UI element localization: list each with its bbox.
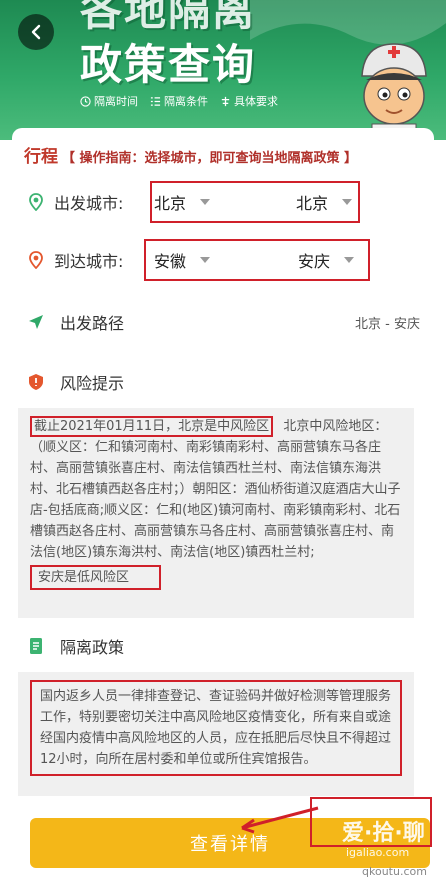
arrival-risk-highlight: 安庆是低风险区 bbox=[30, 565, 162, 590]
quarantine-policy-text: 国内返乡人员一律排查登记、查证验码并做好检测等管理服务工作，特别要密切关注中高风… bbox=[40, 689, 392, 767]
feature-quarantine-conditions: 隔离条件 bbox=[150, 93, 208, 109]
chevron-down-icon bbox=[200, 257, 211, 263]
banner-title-line2: 政策查询 bbox=[80, 40, 257, 89]
document-icon bbox=[26, 636, 46, 656]
watermark-brand: 爱·拾·聊 bbox=[342, 821, 425, 846]
risk-footer-wrap: 安庆是低风险区 bbox=[30, 565, 402, 590]
feature-label: 隔离条件 bbox=[164, 95, 208, 108]
chevron-left-icon bbox=[31, 24, 41, 40]
arrival-province-select[interactable]: 安徽 bbox=[154, 248, 211, 272]
arrival-label: 到达城市: bbox=[54, 252, 124, 271]
back-button[interactable] bbox=[18, 14, 54, 50]
list-icon bbox=[150, 96, 161, 106]
quarantine-panel: 国内返乡人员一律排查登记、查证验码并做好检测等管理服务工作，特别要密切关注中高风… bbox=[18, 672, 414, 796]
arrival-city-select[interactable]: 安庆 bbox=[298, 248, 355, 272]
risk-header: 风险提示 bbox=[26, 362, 420, 402]
doctor-mascot-icon bbox=[361, 43, 427, 140]
arrival-city-value: 安庆 bbox=[298, 252, 331, 271]
guide-text: 【 操作指南：选择城市，即可查询当地隔离政策 】 bbox=[62, 151, 358, 166]
route-value: 北京 - 安庆 bbox=[355, 316, 420, 332]
departure-label: 出发城市: bbox=[54, 194, 124, 213]
quarantine-header: 隔离政策 bbox=[26, 626, 432, 666]
chevron-down-icon bbox=[344, 257, 355, 263]
arrival-province-value: 安徽 bbox=[154, 252, 187, 271]
departure-city-select[interactable]: 北京 bbox=[296, 190, 353, 214]
route-label: 出发路径 bbox=[60, 314, 125, 333]
risk-label: 风险提示 bbox=[60, 374, 125, 393]
itinerary-tag: 行程 bbox=[24, 147, 58, 167]
departure-row: 出发城市: 北京 北京 bbox=[26, 181, 420, 223]
banner-features: 隔离时间 隔离条件 具体要求 bbox=[80, 93, 278, 109]
location-pin-green-icon bbox=[26, 192, 46, 212]
chevron-down-icon bbox=[342, 199, 353, 205]
header-banner: 各地隔离 政策查询 隔离时间 隔离条件 具体要求 bbox=[0, 0, 446, 140]
departure-city-value: 北京 bbox=[296, 194, 329, 213]
location-pin-red-icon bbox=[26, 250, 46, 270]
watermark-url-secondary: qkoutu.com bbox=[362, 865, 427, 878]
risk-date-highlight: 截止2021年01月11日，北京是中风险区 bbox=[30, 416, 274, 437]
navigation-arrow-icon bbox=[26, 312, 46, 332]
arrival-row: 到达城市: 安徽 安庆 bbox=[26, 239, 420, 281]
departure-province-value: 北京 bbox=[154, 194, 187, 213]
departure-province-select[interactable]: 北京 bbox=[154, 190, 211, 214]
chevron-down-icon bbox=[200, 199, 211, 205]
feature-requirements: 具体要求 bbox=[220, 93, 278, 109]
clock-icon bbox=[80, 95, 91, 107]
quarantine-label: 隔离政策 bbox=[60, 638, 125, 657]
arrival-select-highlight: 安徽 安庆 bbox=[144, 239, 370, 281]
route-row: 出发路径 北京 - 安庆 bbox=[26, 302, 420, 342]
feature-quarantine-time: 隔离时间 bbox=[80, 93, 138, 109]
site-watermark: 爱·拾·聊 igaliao.com qkoutu.com bbox=[296, 815, 436, 881]
requirements-icon bbox=[221, 96, 230, 106]
feature-label: 隔离时间 bbox=[94, 95, 138, 108]
feature-label: 具体要求 bbox=[234, 95, 278, 108]
watermark-url: igaliao.com bbox=[346, 846, 410, 859]
risk-panel: 截止2021年01月11日，北京是中风险区 北京中风险地区：（顺义区：仁和镇河南… bbox=[18, 408, 414, 618]
departure-select-highlight: 北京 北京 bbox=[150, 181, 360, 223]
banner-title-line1: 各地隔离 bbox=[80, 0, 257, 35]
quarantine-policy-highlight: 国内返乡人员一律排查登记、查证验码并做好检测等管理服务工作，特别要密切关注中高风… bbox=[30, 680, 402, 776]
risk-body-text: 北京中风险地区：（顺义区：仁和镇河南村、南彩镇南彩村、高丽营镇东马各庄村、高丽营… bbox=[30, 419, 401, 560]
operation-guide: 行程 【 操作指南：选择城市，即可查询当地隔离政策 】 bbox=[24, 142, 357, 167]
shield-alert-icon bbox=[26, 372, 46, 392]
